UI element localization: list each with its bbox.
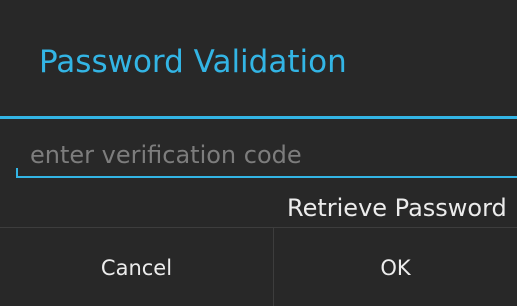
cancel-button[interactable]: Cancel xyxy=(0,228,274,306)
retrieve-password-link[interactable]: Retrieve Password xyxy=(287,190,507,226)
ok-button[interactable]: OK xyxy=(274,228,517,306)
dialog-button-bar: Cancel OK xyxy=(0,227,517,306)
password-validation-dialog: Password Validation Retrieve Password Ca… xyxy=(0,0,517,306)
